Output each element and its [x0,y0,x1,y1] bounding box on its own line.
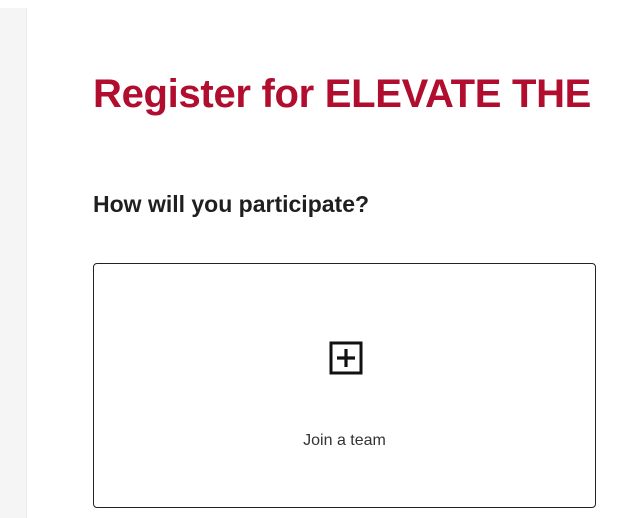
page-title: Register for ELEVATE THE [93,72,592,116]
plus-square-icon [329,341,363,375]
join-team-label: Join a team [303,432,386,449]
join-team-option[interactable]: Join a team [93,263,596,508]
left-rail [0,8,27,518]
participation-heading: How will you participate? [93,191,370,217]
registration-page: Register for ELEVATE THE How will you pa… [0,0,632,518]
